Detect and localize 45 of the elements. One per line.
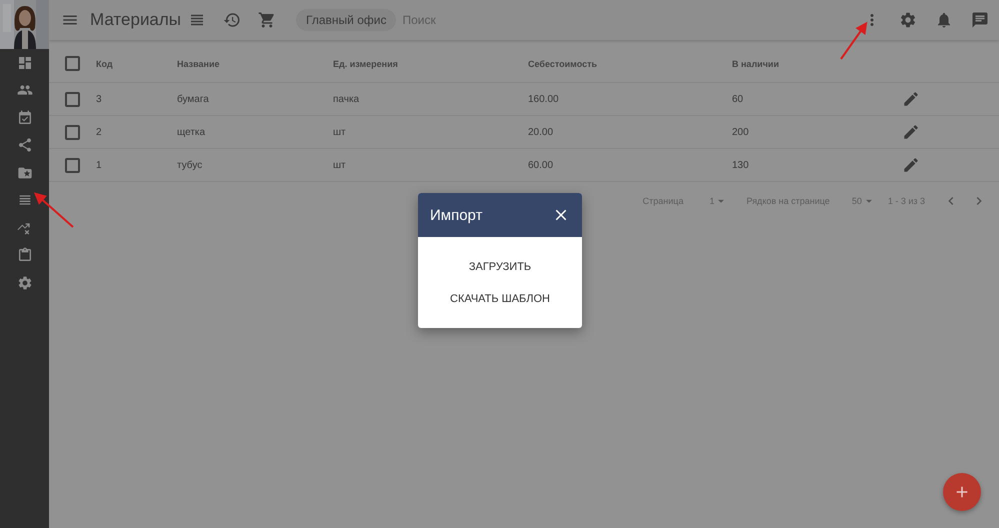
table-cell-text: 1 bbox=[96, 160, 103, 170]
table-cell-text: шт bbox=[333, 160, 347, 170]
star-folder-icon[interactable] bbox=[16, 164, 32, 181]
column-header[interactable]: Себестоимость bbox=[528, 58, 732, 68]
checkbox[interactable] bbox=[65, 92, 80, 106]
table-cell-text: 2 bbox=[96, 126, 103, 138]
calendar-check-icon[interactable] bbox=[16, 110, 32, 126]
cart-icon[interactable] bbox=[258, 11, 276, 29]
share-icon[interactable] bbox=[16, 137, 32, 154]
table-cell-text: 20.00 bbox=[528, 126, 554, 138]
dashboard-icon[interactable] bbox=[16, 54, 32, 71]
table-cell-text: тубус bbox=[177, 160, 204, 170]
dialog-action-button[interactable]: ЗАГРУЗИТЬ bbox=[462, 258, 538, 276]
column-header[interactable]: Ед. измерения bbox=[333, 58, 528, 68]
history-icon[interactable] bbox=[223, 11, 242, 29]
page-title: Материалы bbox=[90, 10, 182, 30]
table-cell-text: 60.00 bbox=[528, 160, 554, 170]
settings-icon[interactable] bbox=[16, 274, 32, 291]
pencil-icon[interactable] bbox=[902, 156, 920, 174]
table-cell-text: 200 bbox=[732, 126, 750, 138]
table-cell-text: бумага bbox=[177, 94, 210, 104]
checkbox[interactable] bbox=[65, 56, 80, 71]
table-cell-text: 3 bbox=[96, 94, 103, 104]
chat-icon[interactable] bbox=[971, 11, 989, 29]
settings-icon[interactable] bbox=[899, 11, 917, 29]
column-header[interactable]: Код bbox=[96, 58, 177, 68]
office-selector[interactable]: Главный офис bbox=[296, 9, 396, 31]
checkbox[interactable] bbox=[65, 158, 80, 172]
table-cell-text: 60 bbox=[732, 94, 744, 104]
dialog-title: Импорт bbox=[430, 206, 482, 224]
pencil-icon[interactable] bbox=[902, 90, 920, 108]
clipboard-icon[interactable] bbox=[16, 247, 32, 264]
table-cell-text: 130 bbox=[732, 160, 750, 170]
column-header[interactable]: Название bbox=[177, 58, 333, 68]
add-button[interactable] bbox=[943, 473, 981, 511]
table-cell-text: шт bbox=[333, 126, 347, 138]
column-header[interactable]: В наличии bbox=[732, 58, 899, 68]
pencil-icon[interactable] bbox=[902, 123, 920, 141]
table-cell-text: 160.00 bbox=[528, 94, 560, 104]
bell-icon[interactable] bbox=[935, 11, 953, 29]
checkbox[interactable] bbox=[65, 124, 80, 140]
table-cell-text: пачка bbox=[333, 94, 360, 104]
table-cell-text: щетка bbox=[177, 126, 206, 138]
annotation-arrow bbox=[839, 21, 869, 61]
dialog-action-button[interactable]: СКАЧАТЬ ШАБЛОН bbox=[444, 290, 556, 308]
